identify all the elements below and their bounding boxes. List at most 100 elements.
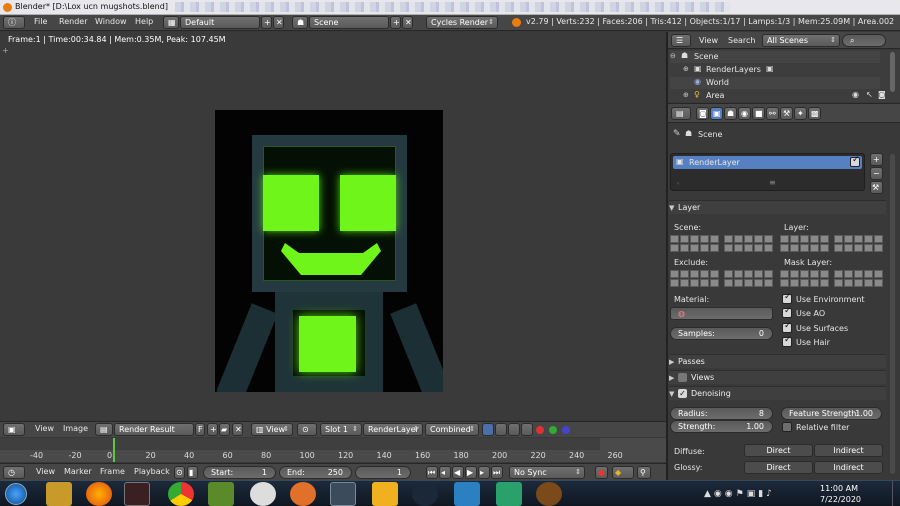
opera-icon[interactable]	[124, 482, 150, 506]
show-desktop-button[interactable]	[892, 481, 900, 506]
insert-keyframe-button[interactable]: ⚲	[637, 466, 651, 479]
steam-icon[interactable]	[412, 482, 438, 506]
feature-strength-field[interactable]: Feature Strength: 1.00	[781, 407, 882, 420]
tab-object[interactable]: ■	[752, 107, 765, 120]
tab-constraints[interactable]: ⚯	[766, 107, 779, 120]
glossy-indirect-toggle[interactable]: Indirect	[814, 461, 883, 474]
tab-texture[interactable]: ▩	[808, 107, 821, 120]
menu-frame[interactable]: Frame	[100, 465, 125, 479]
jump-next-key-button[interactable]: ▸	[478, 466, 490, 479]
menu-window[interactable]: Window	[95, 15, 127, 29]
image-editor[interactable]: Frame:1 | Time:00:34.84 | Mem:0.35M, Pea…	[0, 32, 666, 420]
outliner-item-world[interactable]: ◉ World	[670, 77, 880, 89]
tab-render[interactable]: ◙	[696, 107, 709, 120]
use-environment-checkbox[interactable]	[782, 292, 792, 304]
file-explorer-icon[interactable]	[46, 482, 72, 506]
render-layer-row[interactable]: ▣ RenderLayer	[673, 155, 862, 169]
outliner-search-input[interactable]: ⌕	[842, 34, 886, 47]
notes-app-icon[interactable]	[372, 482, 398, 506]
keying-set-button[interactable]: ◆	[612, 466, 634, 479]
editor-type-button[interactable]: ⓘ	[3, 16, 25, 29]
delete-scene-button[interactable]: ✕	[402, 16, 413, 29]
editor-app-icon[interactable]	[496, 482, 522, 506]
passes-panel-header[interactable]: ▶ Passes	[669, 354, 886, 368]
tab-render-layers[interactable]: ▣	[710, 107, 723, 120]
lock-range-button[interactable]: ▮	[187, 466, 198, 479]
chrome-icon[interactable]	[168, 482, 194, 506]
layer-panel-header[interactable]: ▼ Layer	[669, 200, 886, 214]
screen-layout-field[interactable]: Default	[180, 16, 260, 29]
expand-icon[interactable]: ⊕	[683, 91, 689, 99]
menu-image[interactable]: Image	[63, 422, 88, 436]
cursor-icon[interactable]: ↖	[866, 90, 873, 99]
properties-type-button[interactable]: ▤	[671, 107, 691, 120]
play-reverse-button[interactable]: ◀	[452, 466, 464, 479]
outliner-item-area[interactable]: ⊕ ♀ Area ◉ ↖ ◙	[670, 90, 890, 102]
end-frame-field[interactable]: End: 250	[279, 466, 352, 479]
image-browse-button[interactable]: ▤	[95, 423, 113, 436]
properties-scrollbar[interactable]	[890, 154, 895, 474]
screen-layout-icon-button[interactable]: ▦	[163, 16, 179, 29]
new-image-button[interactable]: +	[207, 423, 218, 436]
outliner-filter-dropdown[interactable]: All Scenes	[762, 34, 840, 47]
menu-marker[interactable]: Marker	[64, 465, 92, 479]
start-button-icon[interactable]	[5, 483, 27, 505]
use-hair-checkbox[interactable]	[782, 335, 792, 347]
render-layer-dropdown[interactable]: RenderLayer	[363, 423, 423, 436]
fox-app-icon[interactable]	[290, 482, 316, 506]
render-layer-enabled-checkbox[interactable]	[850, 155, 860, 167]
sync-dropdown[interactable]: No Sync	[509, 466, 585, 479]
use-ao-checkbox[interactable]	[782, 306, 792, 318]
menu-playback[interactable]: Playback	[134, 465, 170, 479]
exclude-grid-b[interactable]	[724, 270, 773, 287]
pin-icon[interactable]: ✎	[673, 129, 681, 139]
list-grip-icon[interactable]: ≡	[769, 178, 776, 187]
character-app-icon[interactable]	[250, 482, 276, 506]
menu-file[interactable]: File	[34, 15, 47, 29]
denoise-radius-field[interactable]: Radius: 8	[670, 407, 773, 420]
menu-render[interactable]: Render	[59, 15, 87, 29]
open-image-button[interactable]: ▰	[219, 423, 230, 436]
camera-render-icon[interactable]: ◙	[878, 90, 886, 99]
exclude-grid-a[interactable]	[670, 270, 719, 287]
blender-taskbar-icon[interactable]	[330, 482, 356, 506]
mask-grid-a[interactable]	[780, 270, 829, 287]
start-frame-field[interactable]: Start: 1	[203, 466, 276, 479]
pivot-button[interactable]: ⊙	[297, 423, 317, 436]
green-channel-icon[interactable]	[549, 426, 557, 434]
timeline[interactable]: -40 -20 0 20 40 60 80 100 120 140 160 180 200 220 240 2…	[0, 438, 666, 462]
use-surfaces-checkbox[interactable]	[782, 321, 792, 333]
slot-dropdown[interactable]: Slot 1	[320, 423, 362, 436]
jump-prev-key-button[interactable]: ◂	[439, 466, 451, 479]
unlink-image-button[interactable]: ✕	[232, 423, 243, 436]
add-scene-button[interactable]: +	[390, 16, 401, 29]
draw-alpha-button[interactable]	[482, 423, 494, 436]
image-name-field[interactable]: Render Result	[114, 423, 194, 436]
scene-field[interactable]: Scene	[309, 16, 389, 29]
corner-plus-icon[interactable]: +	[2, 46, 9, 55]
image-editor-type-button[interactable]: ▣	[3, 423, 25, 436]
outliner-item-renderlayers[interactable]: ⊕ ▣ RenderLayers ▣	[670, 64, 880, 76]
use-preview-range-button[interactable]: ⊙	[174, 466, 185, 479]
jump-end-button[interactable]: ⏭	[491, 466, 503, 479]
menu-view[interactable]: View	[35, 422, 54, 436]
views-panel-header[interactable]: ▶ Views	[669, 370, 886, 384]
mask-grid-b[interactable]	[834, 270, 883, 287]
play-button[interactable]: ▶	[465, 466, 477, 479]
outliner-scrollbar[interactable]	[890, 52, 895, 92]
tab-modifiers[interactable]: ⚒	[780, 107, 793, 120]
clock-date[interactable]: 7/22/2020	[820, 495, 861, 504]
current-frame-field[interactable]: 1	[355, 466, 411, 479]
scene-icon-button[interactable]: ☗	[292, 16, 308, 29]
material-override-field[interactable]: ◍	[670, 307, 773, 320]
jump-start-button[interactable]: ⏮	[426, 466, 438, 479]
outliner-menu-search[interactable]: Search	[728, 34, 755, 48]
tab-scene[interactable]: ☗	[724, 107, 737, 120]
outliner-menu-view[interactable]: View	[699, 34, 718, 48]
outliner-type-button[interactable]: ☰	[671, 34, 691, 47]
denoising-panel-header[interactable]: ▼ ✓ Denoising	[669, 386, 886, 400]
view-mode-dropdown[interactable]: ▥ View	[251, 423, 293, 436]
glossy-direct-toggle[interactable]: Direct	[744, 461, 813, 474]
relative-filter-checkbox[interactable]	[782, 422, 792, 432]
blue-channel-icon[interactable]	[562, 426, 570, 434]
